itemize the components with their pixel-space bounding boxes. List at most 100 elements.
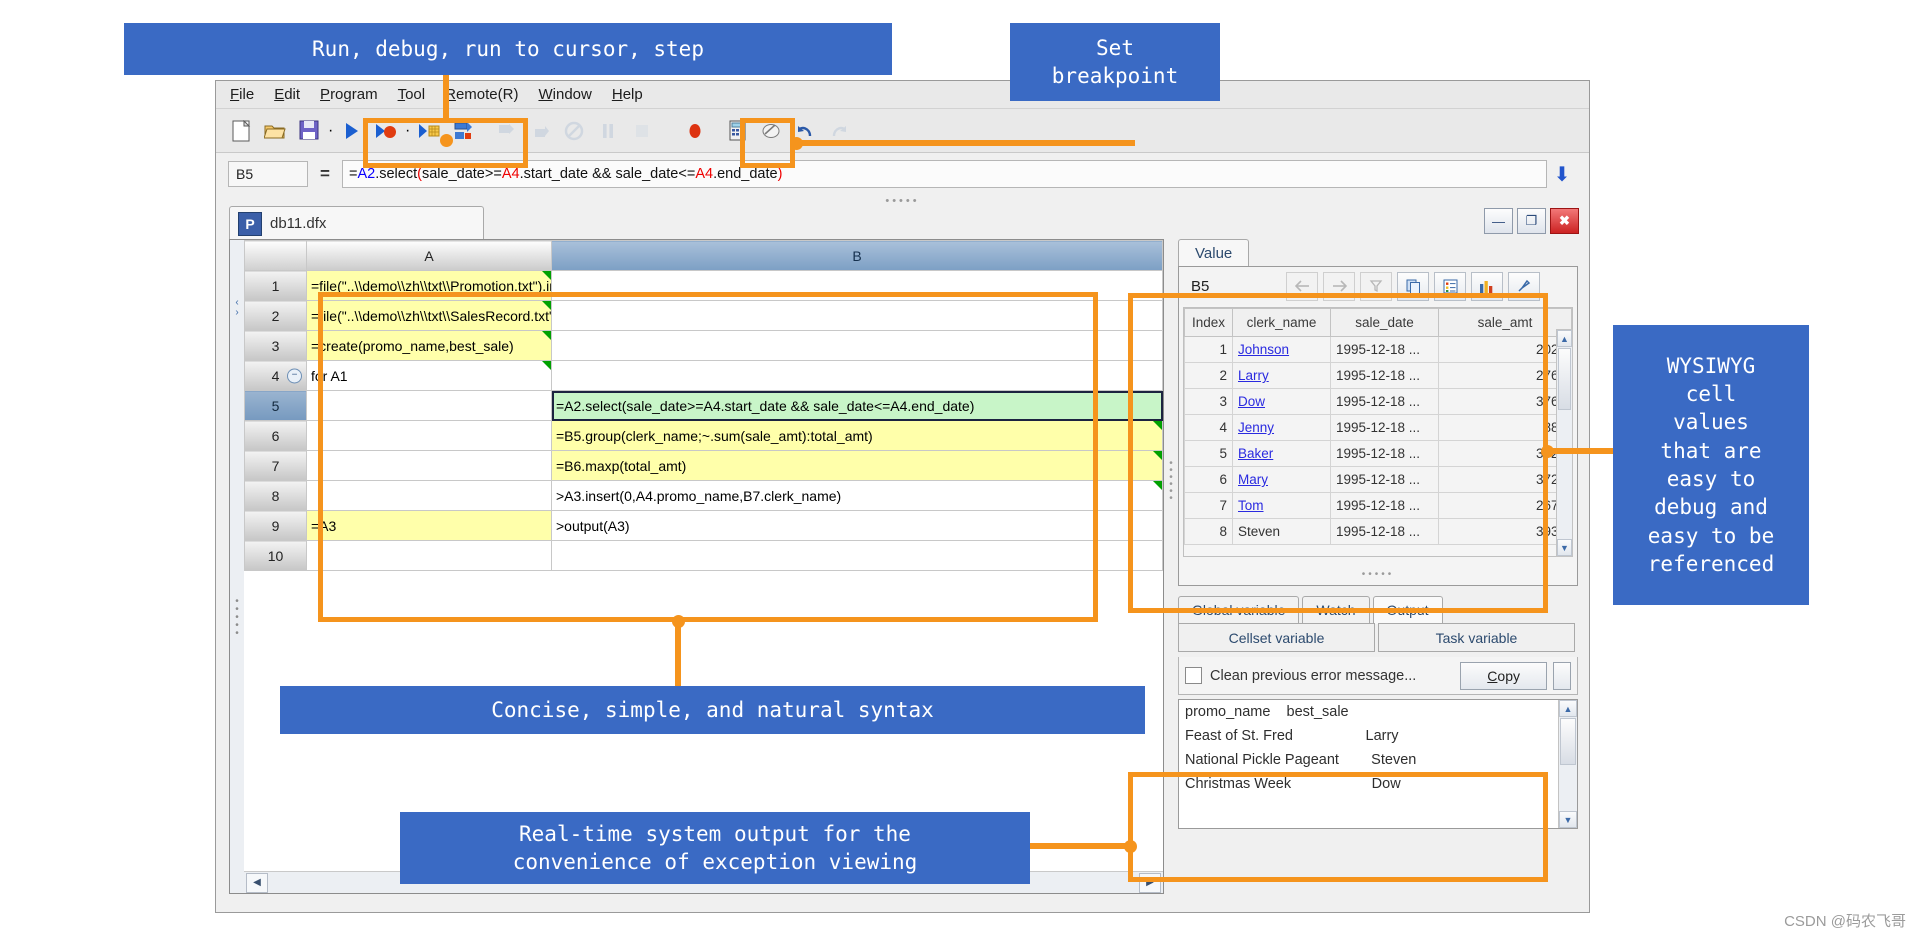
- tab-value[interactable]: Value: [1178, 239, 1250, 267]
- menu-item-tool[interactable]: Tool: [398, 86, 426, 103]
- value-col-sale-date[interactable]: sale_date: [1330, 308, 1439, 337]
- cell-B6[interactable]: =B5.group(clerk_name;~.sum(sale_amt):tot…: [551, 420, 1163, 451]
- minimize-button[interactable]: —: [1484, 208, 1513, 234]
- debug-icon[interactable]: [371, 116, 401, 146]
- value-link[interactable]: Jenny: [1238, 420, 1274, 435]
- scroll-down-icon[interactable]: ▼: [1559, 811, 1577, 828]
- value-cell-clerk-name[interactable]: Mary: [1232, 466, 1331, 493]
- value-link[interactable]: Johnson: [1238, 342, 1289, 357]
- calculator-icon[interactable]: [722, 116, 752, 146]
- table-row[interactable]: 6 Mary 1995-12-18 ... 3720: [1184, 466, 1572, 493]
- formula-input[interactable]: = A2 .select(sale_date>= A4 .start_date && s…: [342, 160, 1547, 188]
- extra-button[interactable]: [1553, 661, 1571, 690]
- cell-B4[interactable]: [551, 360, 1163, 391]
- cell-reference-box[interactable]: B5: [228, 161, 308, 187]
- scroll-down-icon[interactable]: ▼: [1557, 539, 1572, 556]
- table-row[interactable]: 6 =B5.group(clerk_name;~.sum(sale_amt):to…: [244, 420, 1163, 451]
- value-link[interactable]: Steven: [1238, 524, 1280, 539]
- menu-item-program[interactable]: Program: [320, 86, 378, 103]
- cell-B7[interactable]: =B6.maxp(total_amt): [551, 450, 1163, 481]
- value-cell-clerk-name[interactable]: Larry: [1232, 362, 1331, 389]
- cell-A7[interactable]: [306, 450, 552, 481]
- forward-icon[interactable]: [1323, 271, 1355, 301]
- output-console[interactable]: promo_name best_sale Feast of St. Fred La…: [1178, 699, 1578, 829]
- set-breakpoint-icon[interactable]: [680, 116, 710, 146]
- value-col-clerk-name[interactable]: clerk_name: [1232, 308, 1331, 337]
- value-cell-clerk-name[interactable]: Tom: [1232, 492, 1331, 519]
- value-cell-clerk-name[interactable]: Jenny: [1232, 414, 1331, 441]
- back-icon[interactable]: [1286, 271, 1318, 301]
- table-row[interactable]: 2 =file("..\\demo\\zh\\txt\\SalesRecord.t…: [244, 300, 1163, 331]
- value-table-scrollbar[interactable]: ▲ ▼: [1556, 329, 1573, 557]
- row-header-9[interactable]: 9: [244, 510, 307, 541]
- table-row[interactable]: 4 Jenny 1995-12-18 ... 882: [1184, 414, 1572, 441]
- panel-splitter[interactable]: • • • • • •: [1166, 441, 1176, 521]
- cell-A6[interactable]: [306, 420, 552, 451]
- table-row[interactable]: 1 =file("..\\demo\\zh\\txt\\Promotion.txt…: [244, 270, 1163, 301]
- row-header-10[interactable]: 10: [244, 540, 307, 571]
- menu-item-remote[interactable]: Remote(R): [445, 86, 518, 103]
- eraser-icon[interactable]: [756, 116, 786, 146]
- output-scrollbar[interactable]: ▲ ▼: [1558, 700, 1577, 828]
- pin-icon[interactable]: [1508, 271, 1540, 301]
- value-link[interactable]: Tom: [1238, 498, 1264, 513]
- table-row[interactable]: 8 >A3.insert(0,A4.promo_name,B7.clerk_nam…: [244, 480, 1163, 511]
- spreadsheet-grid[interactable]: A B 1 =file("..\\demo\\zh\\txt\\Promotion…: [244, 240, 1163, 893]
- table-row[interactable]: 2 Larry 1995-12-18 ... 2767: [1184, 362, 1572, 389]
- cell-B2[interactable]: [551, 300, 1163, 331]
- value-panel-splitter[interactable]: •••••: [1179, 569, 1577, 580]
- cell-B8[interactable]: >A3.insert(0,A4.promo_name,B7.clerk_name…: [551, 480, 1163, 511]
- column-header-b[interactable]: B: [551, 240, 1163, 271]
- scroll-up-icon[interactable]: ▲: [1559, 700, 1577, 717]
- row-header-1[interactable]: 1: [244, 270, 307, 301]
- row-header-7[interactable]: 7: [244, 450, 307, 481]
- table-row[interactable]: 7 =B6.maxp(total_amt): [244, 450, 1163, 481]
- cell-A10[interactable]: [306, 540, 552, 571]
- cell-A5[interactable]: [306, 390, 552, 421]
- tab-global-variable[interactable]: Global variable: [1178, 596, 1300, 624]
- open-file-icon[interactable]: [260, 116, 290, 146]
- cell-B10[interactable]: [551, 540, 1163, 571]
- tab-watch[interactable]: Watch: [1302, 596, 1370, 624]
- cell-B9[interactable]: >output(A3): [551, 510, 1163, 541]
- value-link[interactable]: Larry: [1238, 368, 1269, 383]
- table-row[interactable]: 9 =A3 >output(A3): [244, 510, 1163, 541]
- list-view-icon[interactable]: [1434, 271, 1466, 301]
- cell-B3[interactable]: [551, 330, 1163, 361]
- value-link[interactable]: Baker: [1238, 446, 1273, 461]
- formula-expand-icon[interactable]: ⬇: [1547, 162, 1577, 187]
- table-row[interactable]: 4− for A1: [244, 360, 1163, 391]
- table-row[interactable]: 10: [244, 540, 1163, 571]
- grid-splitter-dots[interactable]: • • • • •: [230, 597, 244, 639]
- copy-icon[interactable]: [1397, 271, 1429, 301]
- tab-task-variable[interactable]: Task variable: [1378, 623, 1575, 652]
- run-icon[interactable]: [337, 116, 367, 146]
- row-header-4[interactable]: 4−: [244, 360, 307, 391]
- value-cell-clerk-name[interactable]: Steven: [1232, 518, 1331, 545]
- value-table-wrapper[interactable]: Index clerk_name sale_date sale_amt 1 Joh…: [1183, 307, 1573, 557]
- clean-error-checkbox[interactable]: [1185, 667, 1202, 684]
- value-link[interactable]: Mary: [1238, 472, 1268, 487]
- copy-button[interactable]: Copy: [1460, 661, 1547, 690]
- table-row[interactable]: 8 Steven 1995-12-18 ... 3934: [1184, 518, 1572, 545]
- scrollbar-thumb[interactable]: [1558, 348, 1571, 410]
- filter-icon[interactable]: [1360, 271, 1392, 301]
- row-header-3[interactable]: 3: [244, 330, 307, 361]
- grid-corner[interactable]: [244, 240, 307, 271]
- cell-A1[interactable]: =file("..\\demo\\zh\\txt\\Promotion.txt"…: [306, 270, 552, 301]
- cell-A4[interactable]: for A1: [306, 360, 552, 391]
- table-row[interactable]: 3 =create(promo_name,best_sale): [244, 330, 1163, 361]
- value-cell-clerk-name[interactable]: Dow: [1232, 388, 1331, 415]
- tab-output[interactable]: Output: [1372, 596, 1443, 624]
- scroll-right-icon[interactable]: ›: [230, 308, 244, 318]
- value-col-index[interactable]: Index: [1184, 308, 1233, 337]
- row-header-5[interactable]: 5: [244, 390, 307, 421]
- cell-A2[interactable]: =file("..\\demo\\zh\\txt\\SalesRecord.tx…: [306, 300, 552, 331]
- chart-icon[interactable]: [1471, 271, 1503, 301]
- cell-B5[interactable]: =A2.select(sale_date>=A4.start_date && s…: [551, 390, 1163, 421]
- menu-item-edit[interactable]: Edit: [274, 86, 300, 103]
- column-header-a[interactable]: A: [306, 240, 552, 271]
- file-tab-db11[interactable]: P db11.dfx: [229, 206, 484, 240]
- scrollbar-thumb[interactable]: [1560, 718, 1576, 765]
- table-row[interactable]: 7 Tom 1995-12-18 ... 2673: [1184, 492, 1572, 519]
